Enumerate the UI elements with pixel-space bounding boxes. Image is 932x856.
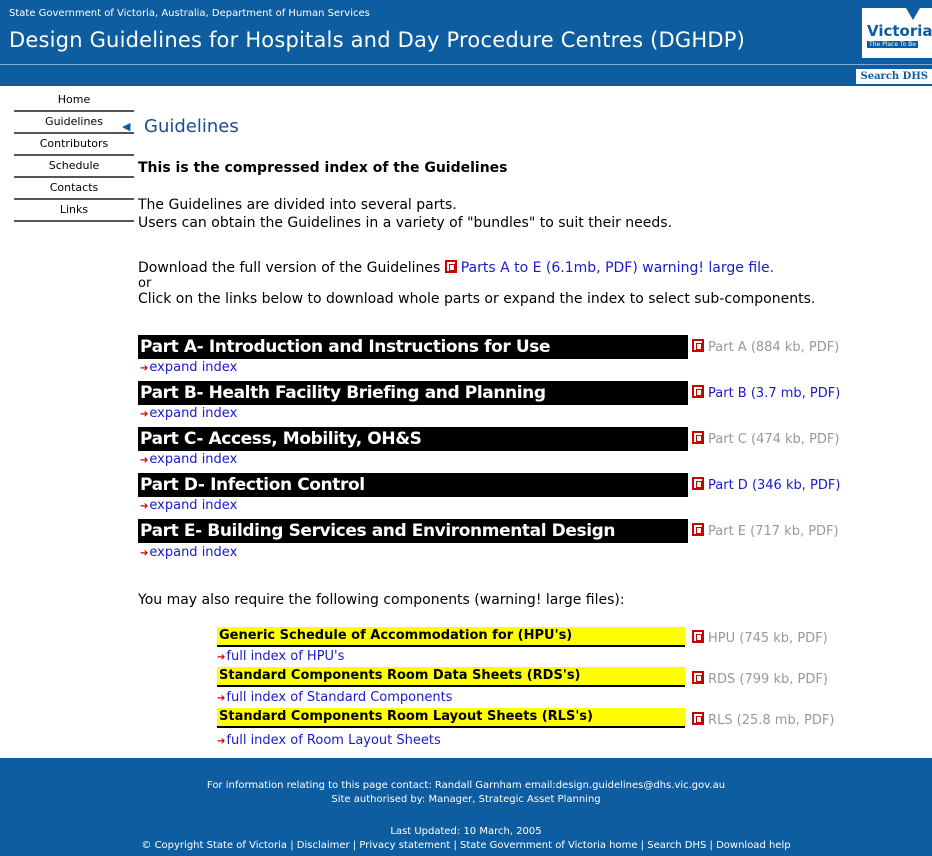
nav-item-home[interactable]: Home bbox=[14, 90, 134, 112]
pdf-icon bbox=[692, 477, 704, 490]
sidebar-nav: Home Guidelines Contributors Schedule Co… bbox=[14, 90, 134, 222]
components-intro: You may also require the following compo… bbox=[138, 592, 625, 608]
current-page-arrow-icon: ◀ bbox=[122, 120, 131, 133]
arrow-icon: ➔ bbox=[217, 652, 226, 663]
nav-item-links[interactable]: Links bbox=[14, 200, 134, 222]
footer-privacy-link[interactable]: Privacy statement bbox=[359, 840, 450, 851]
component-rls-title: Standard Components Room Layout Sheets (… bbox=[217, 708, 685, 728]
part-b-download[interactable]: Part B (3.7 mb, PDF) bbox=[692, 385, 840, 401]
component-hpu-download[interactable]: HPU (745 kb, PDF) bbox=[692, 630, 828, 646]
footer-authorised: Site authorised by: Manager, Strategic A… bbox=[331, 794, 601, 805]
site-title: Design Guidelines for Hospitals and Day … bbox=[9, 28, 746, 52]
header-strip: Search DHS bbox=[0, 64, 932, 86]
component-rds-index[interactable]: ➔full index of Standard Components bbox=[217, 690, 452, 705]
footer-download-help-link[interactable]: Download help bbox=[716, 840, 791, 851]
footer-disclaimer-link[interactable]: Disclaimer bbox=[297, 840, 350, 851]
footer-contact: For information relating to this page co… bbox=[206, 780, 726, 791]
part-d-expand[interactable]: ➔expand index bbox=[140, 498, 237, 513]
site-header: State Government of Victoria, Australia,… bbox=[0, 0, 932, 64]
arrow-icon: ➔ bbox=[140, 548, 149, 559]
footer-links: © Copyright State of Victoria | Disclaim… bbox=[141, 840, 791, 851]
footer-copyright: © Copyright State of Victoria bbox=[141, 840, 288, 851]
search-dhs-link[interactable]: Search DHS bbox=[856, 69, 932, 84]
page-title: Guidelines bbox=[144, 116, 239, 137]
part-d-link-label[interactable]: Part D (346 kb, PDF) bbox=[708, 478, 840, 493]
expand-label[interactable]: expand index bbox=[149, 545, 237, 560]
intro-text-2: Users can obtain the Guidelines in a var… bbox=[138, 215, 673, 231]
or-text: or bbox=[138, 276, 152, 291]
footer-updated: Last Updated: 10 March, 2005 bbox=[390, 826, 542, 837]
hpu-index-label[interactable]: full index of HPU's bbox=[226, 649, 344, 664]
part-b-link-label[interactable]: Part B (3.7 mb, PDF) bbox=[708, 386, 840, 401]
footer-govt-home-link[interactable]: State Government of Victoria home bbox=[460, 840, 638, 851]
pdf-icon bbox=[692, 431, 704, 444]
instruction-text: Click on the links below to download who… bbox=[138, 291, 816, 307]
expand-label[interactable]: expand index bbox=[149, 498, 237, 513]
component-hpu-index[interactable]: ➔full index of HPU's bbox=[217, 649, 344, 664]
part-c-title: Part C- Access, Mobility, OH&S bbox=[138, 427, 688, 451]
part-d-title: Part D- Infection Control bbox=[138, 473, 688, 497]
rds-index-label[interactable]: full index of Standard Components bbox=[226, 690, 452, 705]
nav-item-contacts[interactable]: Contacts bbox=[14, 178, 134, 200]
arrow-icon: ➔ bbox=[140, 501, 149, 512]
nav-item-guidelines[interactable]: Guidelines bbox=[14, 112, 134, 134]
arrow-icon: ➔ bbox=[217, 736, 226, 747]
part-c-download[interactable]: Part C (474 kb, PDF) bbox=[692, 431, 839, 447]
rls-index-label[interactable]: full index of Room Layout Sheets bbox=[226, 733, 440, 748]
component-hpu-title: Generic Schedule of Accommodation for (H… bbox=[217, 627, 685, 647]
pdf-icon bbox=[444, 260, 457, 273]
nav-item-contributors[interactable]: Contributors bbox=[14, 134, 134, 156]
pdf-icon bbox=[692, 385, 704, 398]
expand-label[interactable]: expand index bbox=[149, 360, 237, 375]
part-a-download[interactable]: Part A (884 kb, PDF) bbox=[692, 339, 839, 355]
part-b-title: Part B- Health Facility Briefing and Pla… bbox=[138, 381, 688, 405]
arrow-icon: ➔ bbox=[140, 363, 149, 374]
rls-link-label[interactable]: RLS (25.8 mb, PDF) bbox=[708, 713, 834, 728]
part-a-link-label[interactable]: Part A (884 kb, PDF) bbox=[708, 340, 839, 355]
arrow-icon: ➔ bbox=[140, 409, 149, 420]
footer-search-link[interactable]: Search DHS bbox=[647, 840, 706, 851]
logo-triangle-icon bbox=[906, 8, 920, 20]
part-e-title: Part E- Building Services and Environmen… bbox=[138, 519, 688, 543]
part-c-link-label[interactable]: Part C (474 kb, PDF) bbox=[708, 432, 839, 447]
pdf-icon bbox=[692, 671, 704, 684]
pdf-icon bbox=[692, 712, 704, 725]
component-rls-index[interactable]: ➔full index of Room Layout Sheets bbox=[217, 733, 441, 748]
part-b-expand[interactable]: ➔expand index bbox=[140, 406, 237, 421]
full-guidelines-link[interactable]: Parts A to E (6.1mb, PDF) warning! large… bbox=[461, 260, 774, 276]
download-text: Download the full version of the Guideli… bbox=[138, 260, 441, 276]
pdf-icon bbox=[692, 630, 704, 643]
arrow-icon: ➔ bbox=[140, 455, 149, 466]
logo-text: Victoria bbox=[867, 22, 932, 40]
victoria-logo[interactable]: Victoria The Place To Be bbox=[862, 8, 932, 58]
pdf-icon bbox=[692, 523, 704, 536]
expand-label[interactable]: expand index bbox=[149, 452, 237, 467]
part-a-title: Part A- Introduction and Instructions fo… bbox=[138, 335, 688, 359]
arrow-icon: ➔ bbox=[217, 693, 226, 704]
pdf-icon bbox=[692, 339, 704, 352]
part-a-expand[interactable]: ➔expand index bbox=[140, 360, 237, 375]
part-e-link-label[interactable]: Part E (717 kb, PDF) bbox=[708, 524, 839, 539]
rds-link-label[interactable]: RDS (799 kb, PDF) bbox=[708, 672, 828, 687]
part-e-download[interactable]: Part E (717 kb, PDF) bbox=[692, 523, 839, 539]
nav-item-schedule[interactable]: Schedule bbox=[14, 156, 134, 178]
department-name: State Government of Victoria, Australia,… bbox=[9, 8, 370, 19]
intro-text-1: The Guidelines are divided into several … bbox=[138, 197, 457, 213]
part-e-expand[interactable]: ➔expand index bbox=[140, 545, 237, 560]
logo-tagline: The Place To Be bbox=[867, 41, 918, 48]
intro-heading: This is the compressed index of the Guid… bbox=[138, 160, 508, 176]
part-c-expand[interactable]: ➔expand index bbox=[140, 452, 237, 467]
component-rls-download[interactable]: RLS (25.8 mb, PDF) bbox=[692, 712, 834, 728]
site-footer: For information relating to this page co… bbox=[0, 758, 932, 856]
part-d-download[interactable]: Part D (346 kb, PDF) bbox=[692, 477, 840, 493]
hpu-link-label[interactable]: HPU (745 kb, PDF) bbox=[708, 631, 828, 646]
expand-label[interactable]: expand index bbox=[149, 406, 237, 421]
component-rds-title: Standard Components Room Data Sheets (RD… bbox=[217, 667, 685, 687]
component-rds-download[interactable]: RDS (799 kb, PDF) bbox=[692, 671, 828, 687]
download-line: Download the full version of the Guideli… bbox=[138, 260, 774, 276]
